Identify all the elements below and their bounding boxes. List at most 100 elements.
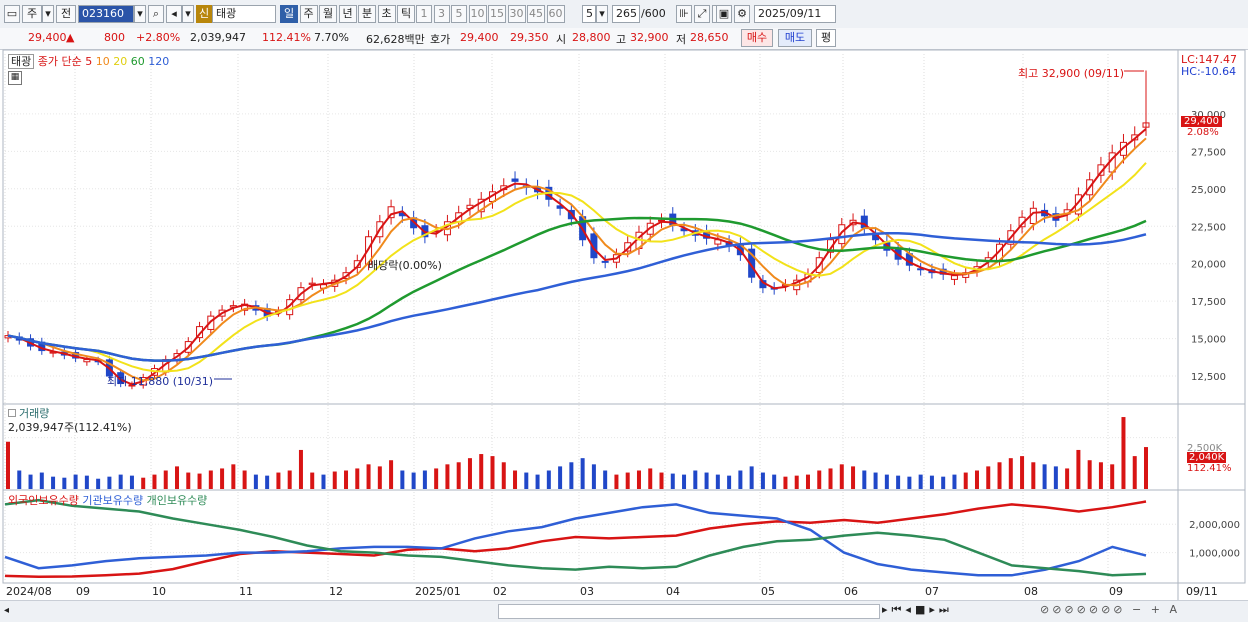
draw-icon[interactable]: ⤢ bbox=[694, 5, 710, 23]
legend-foreign: 외국인보유수량 bbox=[8, 494, 79, 507]
volume-bar bbox=[907, 476, 912, 489]
x-tick-label: 09 bbox=[76, 585, 90, 598]
volume-bar bbox=[1098, 462, 1103, 489]
scroll-controls[interactable]: ▸⏮◂■▸⏭ bbox=[882, 603, 953, 617]
volume-bar bbox=[129, 475, 134, 489]
chevron-down-icon[interactable]: ▾ bbox=[42, 5, 54, 23]
grid-icon[interactable]: ▦ bbox=[8, 71, 22, 85]
period-button[interactable]: 월 bbox=[319, 5, 337, 23]
legend-ma20: 20 bbox=[113, 55, 128, 68]
volume-bar bbox=[220, 468, 225, 489]
interval-button[interactable]: 60 bbox=[546, 5, 565, 23]
sell-button[interactable]: 매도 bbox=[778, 29, 812, 47]
buy-button[interactable]: 매수 bbox=[741, 29, 773, 47]
interval-button[interactable]: 10 bbox=[468, 5, 487, 23]
interval-button[interactable]: 3 bbox=[433, 5, 450, 23]
volume-bar bbox=[783, 476, 788, 489]
period-button[interactable]: 틱 bbox=[397, 5, 415, 23]
zoom-controls[interactable]: ⊘⊘⊘⊘⊘⊘⊘ − + A bbox=[1040, 603, 1180, 616]
window-icon[interactable]: ▭ bbox=[4, 5, 20, 23]
count-input[interactable]: 265 bbox=[612, 5, 640, 23]
volume-bar bbox=[197, 473, 202, 489]
market-select[interactable]: 전 bbox=[56, 5, 76, 23]
volume-bar bbox=[1110, 464, 1115, 489]
volume-bar bbox=[749, 466, 754, 489]
period-button[interactable]: 년 bbox=[338, 5, 357, 23]
save-icon[interactable]: ▣ bbox=[716, 5, 732, 23]
volume-bar bbox=[467, 458, 472, 489]
legend-ma10: 10 bbox=[95, 55, 110, 68]
date-input[interactable]: 2025/09/11 bbox=[754, 5, 836, 23]
stock-code-input[interactable]: 023160 bbox=[78, 5, 134, 23]
volume-bar bbox=[839, 464, 844, 489]
volume-bar bbox=[636, 470, 641, 489]
volume-bar bbox=[377, 466, 382, 489]
interval-button[interactable]: 45 bbox=[527, 5, 545, 23]
volume-bar bbox=[231, 464, 236, 489]
interval-button[interactable]: 1 bbox=[416, 5, 432, 23]
volume-bar bbox=[659, 472, 664, 489]
x-tick-label: 05 bbox=[761, 585, 775, 598]
legend-individual: 개인보유수량 bbox=[146, 494, 208, 507]
high-price: 32,900 bbox=[630, 31, 669, 44]
mode-select[interactable]: 주 bbox=[22, 5, 42, 23]
period-button[interactable]: 일 bbox=[280, 5, 298, 23]
period-button[interactable]: 초 bbox=[377, 5, 396, 23]
volume-bar bbox=[490, 456, 495, 489]
bottom-scrollbar[interactable]: ◂ ▸⏮◂■▸⏭ ⊘⊘⊘⊘⊘⊘⊘ − + A bbox=[0, 600, 1248, 622]
volume-bar bbox=[1121, 417, 1126, 489]
candle-body bbox=[601, 260, 609, 263]
price-tick-label: 12,500 bbox=[1191, 372, 1226, 383]
scroll-thumb[interactable] bbox=[498, 604, 880, 619]
low-label: 저 bbox=[676, 33, 687, 46]
candle-icon[interactable]: ⊪ bbox=[676, 5, 692, 23]
volume-bar bbox=[253, 474, 258, 489]
interval-button[interactable]: 30 bbox=[507, 5, 526, 23]
volume-bar bbox=[738, 470, 743, 489]
price-change-pct: +2.80% bbox=[136, 31, 181, 44]
volume-bar bbox=[603, 470, 608, 489]
volume-bar bbox=[321, 474, 326, 489]
volume-bar bbox=[941, 476, 946, 489]
volume-bar bbox=[411, 472, 416, 489]
legend-ma5: 종가 단순 5 bbox=[37, 55, 93, 68]
holdings-legend: 외국인보유수량 기관보유수량 개인보유수량 bbox=[8, 492, 207, 508]
legend-institution: 기관보유수량 bbox=[82, 494, 144, 507]
volume-bar bbox=[84, 475, 89, 489]
volume-bar bbox=[1132, 456, 1137, 489]
current-price-label: 29,400 bbox=[1181, 116, 1222, 127]
average-button[interactable]: 평 bbox=[816, 29, 836, 47]
custom-interval-input[interactable]: 5 bbox=[582, 5, 596, 23]
legend-stock-name: 태광 bbox=[8, 54, 35, 69]
high-label: 고 bbox=[616, 33, 627, 46]
volume-bar bbox=[62, 477, 67, 489]
volume-bar bbox=[400, 470, 405, 489]
ask-label: 호가 bbox=[430, 33, 451, 46]
speaker-icon[interactable]: ◂ bbox=[166, 5, 182, 23]
volume-bar bbox=[163, 470, 168, 489]
period-button[interactable]: 분 bbox=[358, 5, 376, 23]
x-tick-label: 11 bbox=[239, 585, 253, 598]
chevron-down-icon[interactable]: ▾ bbox=[596, 5, 608, 23]
chevron-down-icon[interactable]: ▾ bbox=[134, 5, 146, 23]
volume-bar bbox=[355, 468, 360, 489]
scroll-left-icon[interactable]: ◂ bbox=[4, 605, 9, 616]
search-icon[interactable]: ⌕ bbox=[148, 5, 164, 23]
volume-bar bbox=[682, 474, 687, 489]
current-price-pct: 2.08% bbox=[1187, 127, 1219, 138]
volume-bar bbox=[39, 472, 44, 489]
interval-button[interactable]: 15 bbox=[488, 5, 506, 23]
volume-bar bbox=[715, 474, 720, 489]
period-button[interactable]: 주 bbox=[299, 5, 318, 23]
volume-bar bbox=[298, 449, 303, 489]
interval-button[interactable]: 5 bbox=[451, 5, 467, 23]
gear-icon[interactable]: ⚙ bbox=[734, 5, 750, 23]
volume-bar bbox=[1065, 468, 1070, 489]
new-badge: 신 bbox=[196, 5, 212, 23]
volume-bar bbox=[794, 475, 799, 489]
chevron-down-icon[interactable]: ▾ bbox=[182, 5, 194, 23]
volume-bar bbox=[558, 466, 563, 489]
volume-bar bbox=[479, 454, 484, 489]
stock-name-field[interactable]: 태광 bbox=[212, 5, 276, 23]
volume-bar bbox=[242, 470, 247, 489]
